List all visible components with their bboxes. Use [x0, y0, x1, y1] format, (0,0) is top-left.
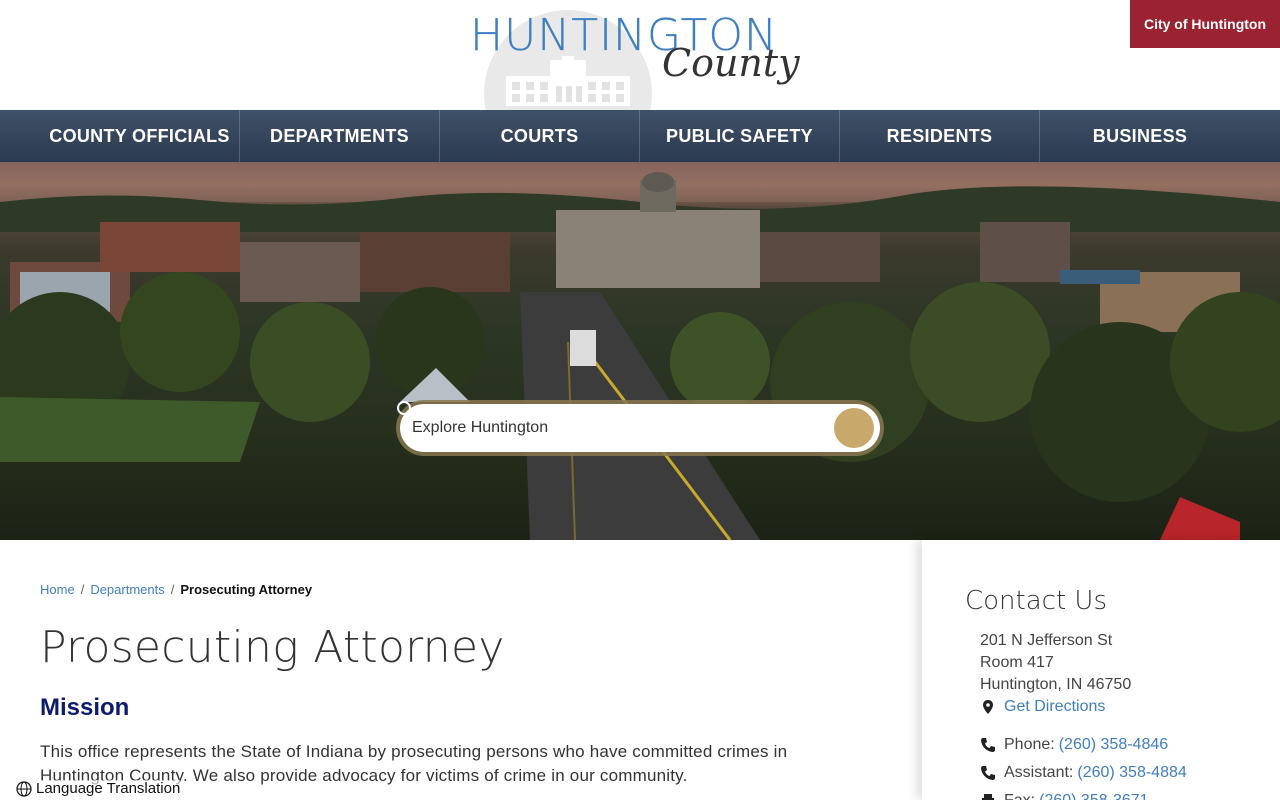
nav-public-safety[interactable]: PUBLIC SAFETY — [640, 110, 840, 162]
breadcrumb-separator: / — [170, 582, 175, 597]
county-logo[interactable]: HUNTINGTON County — [470, 4, 810, 178]
address-line: 201 N Jefferson St — [980, 632, 1113, 649]
search-button[interactable] — [397, 401, 874, 448]
assistant-row: Assistant: (260) 358-4884 — [980, 764, 1187, 782]
nav-courts[interactable]: COURTS — [440, 110, 640, 162]
mission-heading: Mission — [40, 694, 130, 721]
breadcrumb: Home / Departments / Prosecuting Attorne… — [40, 582, 312, 597]
fax-label: Fax: — [1004, 792, 1035, 800]
search-field-wrapper — [397, 401, 880, 452]
page-title: Prosecuting Attorney — [40, 622, 505, 673]
courthouse-icon — [506, 56, 630, 106]
town-aerial-photo — [0, 162, 1280, 540]
phone-icon — [980, 765, 996, 781]
nav-business[interactable]: BUSINESS — [1040, 110, 1240, 162]
assistant-label: Assistant: — [1004, 764, 1074, 781]
fax-icon — [980, 793, 996, 800]
city-of-huntington-button[interactable]: City of Huntington — [1130, 0, 1280, 48]
nav-residents[interactable]: RESIDENTS — [840, 110, 1040, 162]
magnifier-icon — [397, 401, 416, 420]
breadcrumb-current: Prosecuting Attorney — [180, 582, 313, 597]
map-pin-icon — [980, 699, 996, 715]
breadcrumb-departments[interactable]: Departments — [90, 582, 164, 597]
search-input[interactable] — [412, 419, 834, 437]
main-content: Home / Departments / Prosecuting Attorne… — [0, 540, 922, 800]
language-translation[interactable]: Language Translation — [16, 780, 181, 797]
address-line: Room 417 — [980, 654, 1054, 671]
get-directions-link[interactable]: Get Directions — [1004, 698, 1105, 716]
hero-banner — [0, 162, 1280, 540]
fax-row: Fax: (260) 358-3671 — [980, 792, 1149, 800]
globe-icon — [16, 780, 32, 797]
assistant-phone-link[interactable]: (260) 358-4884 — [1077, 764, 1186, 782]
contact-sidebar: Contact Us 201 N Jefferson St Room 417 H… — [922, 540, 1280, 800]
phone-row: Phone: (260) 358-4846 — [980, 736, 1168, 754]
phone-link[interactable]: (260) 358-4846 — [1059, 736, 1168, 754]
main-nav: COUNTY OFFICIALS DEPARTMENTS COURTS PUBL… — [0, 110, 1280, 162]
language-label: Language Translation — [36, 780, 181, 797]
phone-icon — [980, 737, 996, 753]
directions-row: Get Directions — [980, 698, 1105, 716]
nav-departments[interactable]: DEPARTMENTS — [240, 110, 440, 162]
breadcrumb-separator: / — [80, 582, 85, 597]
site-header: HUNTINGTON County City of Huntington — [0, 0, 1280, 178]
address-line: Huntington, IN 46750 — [980, 676, 1132, 693]
phone-label: Phone: — [1004, 736, 1055, 753]
fax-link[interactable]: (260) 358-3671 — [1039, 792, 1148, 800]
logo-script: County — [662, 41, 800, 85]
contact-heading: Contact Us — [965, 586, 1107, 616]
explore-search — [396, 400, 884, 456]
nav-county-officials[interactable]: COUNTY OFFICIALS — [40, 110, 240, 162]
breadcrumb-home[interactable]: Home — [40, 582, 75, 597]
